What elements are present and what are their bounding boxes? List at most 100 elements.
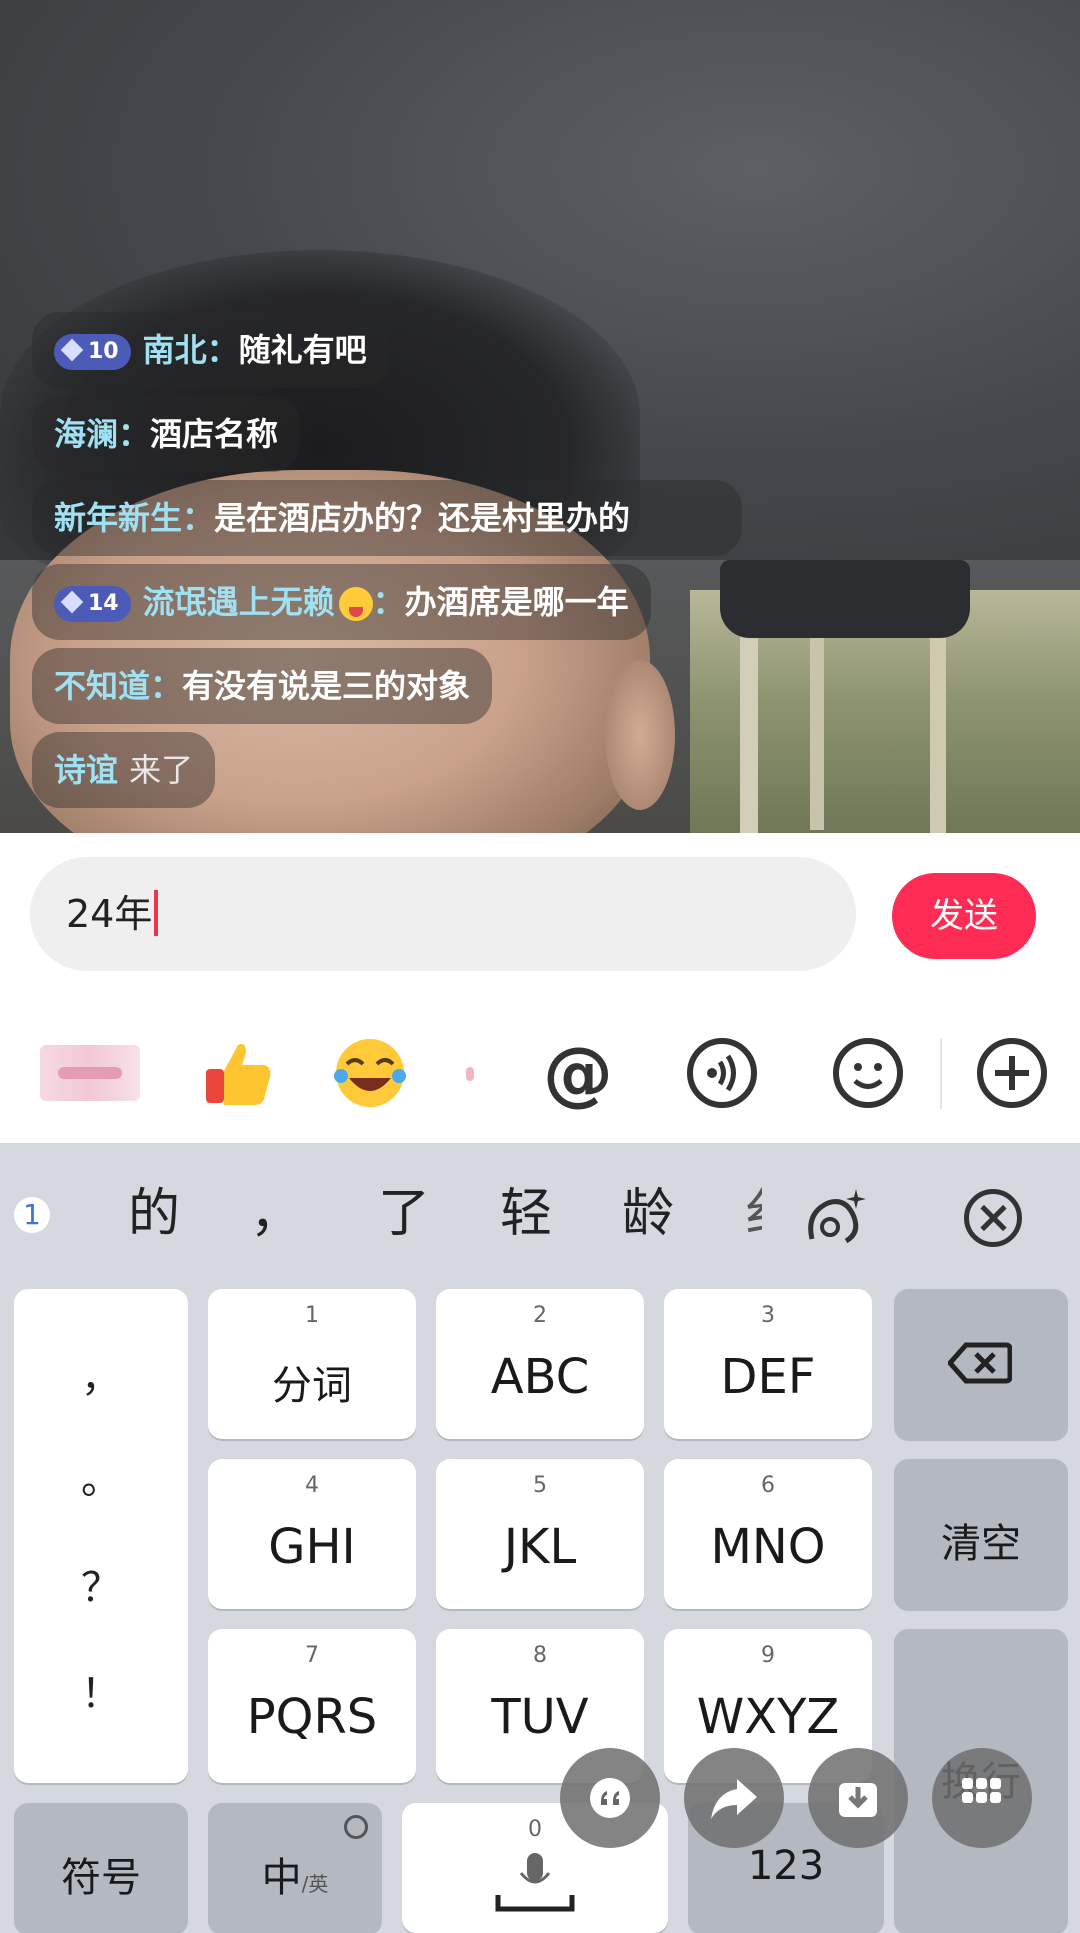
globe-icon (344, 1815, 368, 1839)
close-keyboard-icon[interactable] (964, 1189, 1022, 1247)
punct-period[interactable]: 。 (14, 1447, 188, 1505)
candidate-word[interactable]: 龄 (622, 1179, 674, 1249)
comment-input-bar: 24年 发送 (0, 833, 1080, 1003)
chat-text: 是在酒店办的？还是村里办的 (214, 499, 631, 537)
candidate-word[interactable]: 纟 (744, 1179, 762, 1249)
key-label: ABC (490, 1349, 590, 1405)
language-switch-key[interactable]: 中/英 (208, 1803, 382, 1933)
chat-username[interactable]: 诗谊 (54, 751, 118, 789)
key-3[interactable]: 3 DEF (664, 1289, 872, 1439)
backspace-key[interactable] (894, 1289, 1068, 1439)
key-label: WXYZ (696, 1689, 840, 1745)
chat-message[interactable]: 10 南北：随礼有吧 (32, 312, 389, 388)
chat-message[interactable]: 14 流氓遇上无赖 ：办酒席是哪一年 (32, 564, 651, 640)
ime-keyboard: 1 的 ， 了 轻 龄 纟 ， 。 ？ ！ 1 分词 2 ABC 3 DEF 4… (0, 1143, 1080, 1933)
fan-level-badge: 10 (54, 334, 131, 370)
at-icon[interactable]: @ (538, 1033, 618, 1113)
backspace-icon (948, 1342, 1012, 1384)
key-number: 3 (761, 1303, 775, 1328)
chat-message[interactable]: 新年新生：是在酒店办的？还是村里办的 (32, 480, 742, 556)
key-number: 9 (761, 1643, 775, 1668)
candidate-word[interactable]: 的 (128, 1179, 180, 1249)
punct-exclaim[interactable]: ！ (14, 1661, 188, 1719)
chat-text: 办酒席是哪一年 (404, 583, 629, 621)
chat-message[interactable]: 海澜：酒店名称 (32, 396, 301, 472)
chat-username[interactable]: 不知道： (54, 667, 182, 705)
key-label: DEF (720, 1349, 816, 1405)
tree-trunk (810, 630, 824, 830)
symbols-key[interactable]: 符号 (14, 1803, 188, 1933)
key-5[interactable]: 5 JKL (436, 1459, 644, 1609)
candidate-expand-button[interactable]: 1 (14, 1197, 50, 1233)
clear-key[interactable]: 清空 (894, 1459, 1068, 1609)
grid-menu-button[interactable] (932, 1748, 1032, 1848)
plus-icon[interactable] (972, 1033, 1052, 1113)
chat-name-colon: ： (372, 583, 405, 621)
key-label: 清空 (941, 1521, 1021, 1567)
candidate-word[interactable]: 轻 (500, 1179, 552, 1249)
download-icon (839, 1783, 877, 1817)
ai-assistant-icon[interactable] (800, 1183, 870, 1253)
laughing-emoji-icon[interactable] (330, 1033, 410, 1113)
quote-button[interactable] (560, 1748, 660, 1848)
grid-icon (962, 1778, 1001, 1803)
chat-text: 随礼有吧 (238, 331, 367, 369)
lang-sub: /英 (301, 1872, 329, 1896)
diamond-icon (60, 590, 84, 614)
sticker-icon[interactable] (40, 1045, 140, 1101)
punctuation-column[interactable]: ， 。 ？ ！ (14, 1289, 188, 1783)
key-label: TUV (491, 1689, 589, 1745)
key-number: 4 (305, 1473, 319, 1498)
key-number: 7 (305, 1643, 319, 1668)
comment-input[interactable]: 24年 (30, 857, 856, 971)
badge-level: 14 (88, 591, 119, 616)
chat-username[interactable]: 新年新生： (54, 499, 214, 537)
chat-text: 酒店名称 (150, 415, 279, 453)
live-chat: 10 南北：随礼有吧 海澜：酒店名称 新年新生：是在酒店办的？还是村里办的 14 流… (32, 312, 752, 816)
badge-level: 10 (88, 339, 119, 364)
key-label: 123 (747, 1843, 825, 1889)
quote-icon (590, 1778, 630, 1818)
key-number: 5 (533, 1473, 547, 1498)
emoji-fragment (466, 1067, 474, 1081)
chat-text: 来了 (129, 751, 194, 789)
crazy-face-emoji-icon (338, 587, 373, 621)
chat-message[interactable]: 不知道：有没有说是三的对象 (32, 648, 493, 724)
candidate-word[interactable]: 了 (378, 1179, 430, 1249)
punct-question[interactable]: ？ (14, 1555, 188, 1613)
chat-username[interactable]: 海澜： (54, 415, 150, 453)
punct-comma[interactable]: ， (14, 1345, 188, 1403)
at-symbol: @ (543, 1032, 613, 1114)
candidate-word[interactable]: ， (250, 1179, 302, 1249)
emoji-toolbar: @ (0, 1003, 1080, 1143)
voice-icon[interactable] (682, 1033, 762, 1113)
key-number: 2 (533, 1303, 547, 1328)
key-4[interactable]: 4 GHI (208, 1459, 416, 1609)
text-caret (154, 889, 159, 936)
download-button[interactable] (808, 1748, 908, 1848)
chat-username[interactable]: 流氓遇上无赖 (143, 583, 335, 621)
key-number: 6 (761, 1473, 775, 1498)
toolbar-divider (940, 1039, 942, 1109)
chat-text: 有没有说是三的对象 (182, 667, 471, 705)
key-6[interactable]: 6 MNO (664, 1459, 872, 1609)
thumbs-up-icon[interactable] (198, 1033, 278, 1113)
smiley-icon[interactable] (828, 1033, 908, 1113)
share-icon (711, 1779, 757, 1819)
diamond-icon (60, 338, 84, 362)
key-label: JKL (503, 1519, 577, 1575)
share-button[interactable] (684, 1748, 784, 1848)
rearview-mirror (720, 560, 970, 638)
fan-level-badge: 14 (54, 586, 131, 622)
key-label: PQRS (246, 1689, 378, 1745)
chat-join-message[interactable]: 诗谊 来了 (32, 732, 216, 808)
chat-username[interactable]: 南北： (143, 331, 239, 369)
key-label: 符号 (61, 1855, 141, 1901)
send-button[interactable]: 发送 (892, 873, 1036, 959)
candidate-bar: 1 的 ， 了 轻 龄 纟 (0, 1143, 1080, 1277)
key-number: 8 (533, 1643, 547, 1668)
key-2[interactable]: 2 ABC (436, 1289, 644, 1439)
key-1[interactable]: 1 分词 (208, 1289, 416, 1439)
key-7[interactable]: 7 PQRS (208, 1629, 416, 1783)
lang-label: 中 (261, 1855, 302, 1901)
